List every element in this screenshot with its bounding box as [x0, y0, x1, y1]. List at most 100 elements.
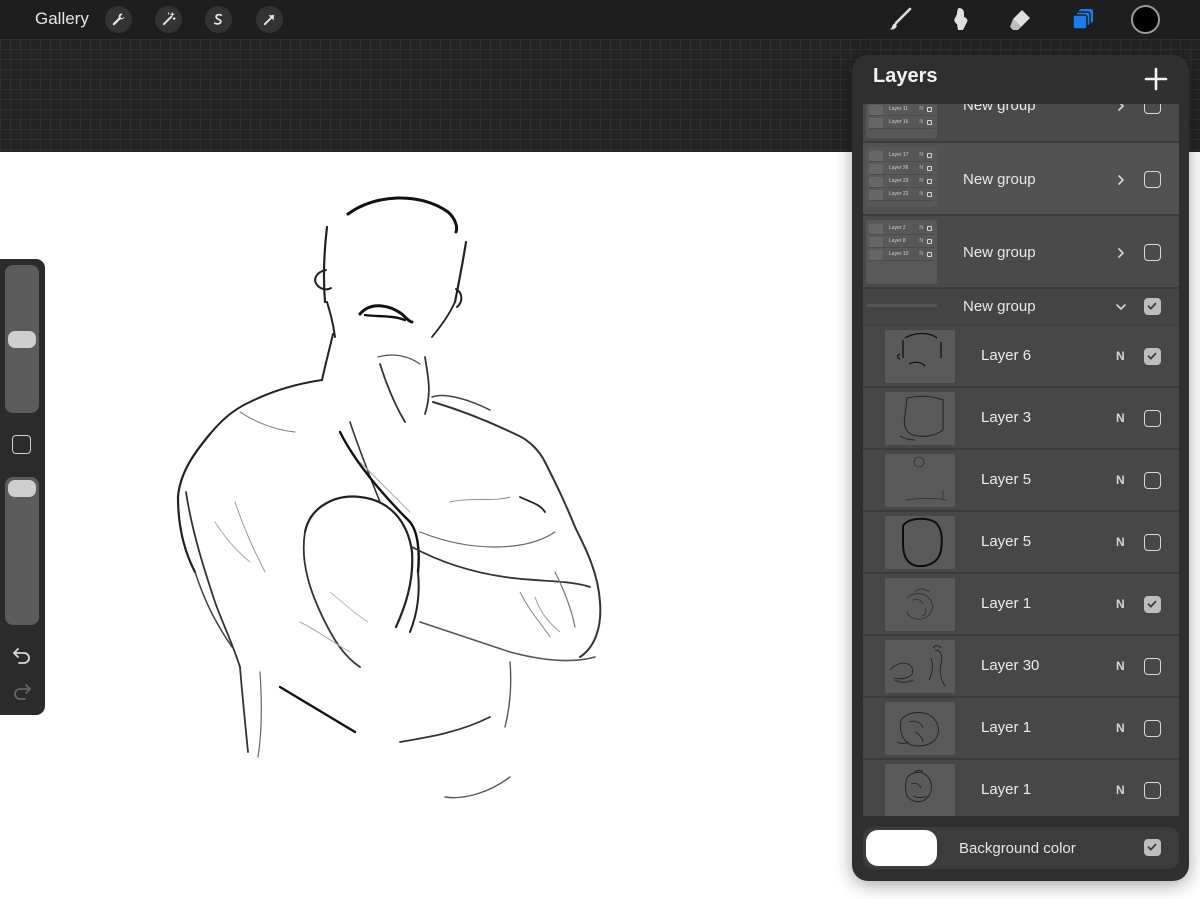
mini-layer-row: Layer 23 N	[869, 176, 934, 188]
visibility-checkbox[interactable]	[1144, 410, 1161, 427]
layer-row[interactable]: Layer 1 N	[863, 574, 1179, 635]
visibility-checkbox[interactable]	[1144, 348, 1161, 365]
smudge-icon[interactable]	[944, 3, 976, 35]
blend-mode-button[interactable]: N	[1116, 597, 1125, 611]
mini-layer-row: Layer 22 N	[869, 189, 934, 201]
layers-icon[interactable]	[1067, 3, 1099, 35]
wrench-icon[interactable]	[105, 6, 132, 33]
layer-thumbnail	[885, 454, 955, 507]
chevron-right-icon[interactable]	[1114, 173, 1128, 187]
layer-row[interactable]: Layer 6 N	[863, 326, 1179, 387]
mini-layer-row: Layer 8N	[869, 236, 934, 248]
visibility-checkbox[interactable]	[1144, 171, 1161, 188]
layer-name: Layer 5	[981, 471, 1032, 488]
group-name: New group	[963, 104, 1036, 114]
checkmark-icon	[1147, 600, 1157, 608]
mini-layer-row: Layer 26 N	[869, 163, 934, 175]
visibility-checkbox[interactable]	[1144, 839, 1161, 856]
selection-icon[interactable]	[205, 6, 232, 33]
blend-mode-button[interactable]: N	[1116, 783, 1125, 797]
layer-thumbnail	[885, 578, 955, 631]
undo-icon[interactable]	[10, 645, 34, 665]
chevron-right-icon[interactable]	[1114, 246, 1128, 260]
layer-name: Layer 1	[981, 719, 1032, 736]
group-name: New group	[963, 171, 1036, 188]
left-sidebar	[0, 259, 45, 715]
transform-arrow-icon[interactable]	[256, 6, 283, 33]
background-color-row[interactable]: Background color	[863, 827, 1179, 869]
chevron-right-icon[interactable]	[1114, 104, 1128, 113]
blend-mode-button[interactable]: N	[1116, 411, 1125, 425]
opacity-slider[interactable]	[5, 477, 39, 625]
layer-group-row[interactable]: New group	[863, 289, 1179, 326]
layer-name: Layer 6	[981, 347, 1032, 364]
gallery-button[interactable]: Gallery	[35, 9, 89, 29]
layer-thumbnail	[885, 702, 955, 755]
layer-thumbnail	[885, 764, 955, 816]
top-toolbar: Gallery	[0, 0, 1200, 39]
checkmark-icon	[1147, 843, 1157, 851]
background-color-swatch[interactable]	[866, 830, 937, 866]
visibility-checkbox[interactable]	[1144, 298, 1161, 315]
visibility-checkbox[interactable]	[1144, 720, 1161, 737]
group-collapsed-bar	[866, 304, 937, 307]
color-picker-swatch[interactable]	[1131, 5, 1160, 34]
figure-sketch	[176, 196, 602, 799]
visibility-checkbox[interactable]	[1144, 596, 1161, 613]
layer-thumbnail	[885, 330, 955, 383]
layer-thumbnail	[885, 392, 955, 445]
layer-row[interactable]: Layer 3 N	[863, 388, 1179, 449]
mini-layer-row: Layer 2N	[869, 223, 934, 235]
visibility-checkbox[interactable]	[1144, 782, 1161, 799]
blend-mode-button[interactable]: N	[1116, 659, 1125, 673]
layer-name: Layer 1	[981, 595, 1032, 612]
background-color-label: Background color	[959, 840, 1076, 857]
layer-thumbnail	[885, 640, 955, 693]
eraser-icon[interactable]	[1004, 3, 1036, 35]
chevron-down-icon[interactable]	[1114, 300, 1128, 314]
mini-layer-row: Layer 10 N	[869, 249, 934, 261]
mini-layer-row: Layer 11 N	[869, 104, 934, 116]
brush-icon[interactable]	[884, 3, 916, 35]
redo-icon[interactable]	[10, 681, 34, 701]
checkmark-icon	[1147, 352, 1157, 360]
blend-mode-button[interactable]: N	[1116, 349, 1125, 363]
visibility-checkbox[interactable]	[1144, 244, 1161, 261]
layer-name: Layer 5	[981, 533, 1032, 550]
layer-row[interactable]: Layer 30 N	[863, 636, 1179, 697]
layer-thumbnail	[885, 516, 955, 569]
magic-wand-icon[interactable]	[155, 6, 182, 33]
group-thumbnail: Layer 2N Layer 8N Layer 10 N	[866, 220, 937, 284]
group-name: New group	[963, 298, 1036, 315]
layer-group-row[interactable]: Layer 2N Layer 8N Layer 10 N New group	[863, 216, 1179, 288]
visibility-checkbox[interactable]	[1144, 534, 1161, 551]
group-thumbnail: Layer 17 N Layer 26 N Layer 23 N Layer 22 N	[866, 147, 937, 207]
brush-size-slider[interactable]	[5, 265, 39, 413]
blend-mode-button[interactable]: N	[1116, 473, 1125, 487]
layer-row[interactable]: Layer 1 N	[863, 698, 1179, 759]
blend-mode-button[interactable]: N	[1116, 721, 1125, 735]
layer-group-row[interactable]: Layer 17 N Layer 26 N Layer 23 N Layer 22 N …	[863, 143, 1179, 215]
brush-size-knob[interactable]	[8, 330, 36, 348]
group-name: New group	[963, 244, 1036, 261]
group-thumbnail: Layer 11 N Layer 16 N	[866, 104, 937, 138]
opacity-knob[interactable]	[8, 480, 36, 497]
visibility-checkbox[interactable]	[1144, 658, 1161, 675]
layer-row[interactable]: Layer 1 N	[863, 760, 1179, 816]
visibility-checkbox[interactable]	[1144, 472, 1161, 489]
blend-mode-button[interactable]: N	[1116, 535, 1125, 549]
layer-name: Layer 3	[981, 409, 1032, 426]
visibility-checkbox[interactable]	[1144, 104, 1161, 114]
layer-row[interactable]: Layer 5 N	[863, 512, 1179, 573]
layers-panel-title: Layers	[873, 65, 938, 87]
layers-panel: Layers Layer 11 N Layer 16 N New group Lay…	[852, 55, 1189, 881]
layer-group-row[interactable]: Layer 11 N Layer 16 N New group	[863, 104, 1179, 142]
layer-list[interactable]: Layer 11 N Layer 16 N New group Layer 17 N …	[863, 104, 1179, 816]
plus-icon[interactable]	[1142, 65, 1170, 93]
mini-layer-row: Layer 17 N	[869, 150, 934, 162]
mini-layer-row: Layer 16 N	[869, 117, 934, 129]
layer-name: Layer 1	[981, 781, 1032, 798]
layer-name: Layer 30	[981, 657, 1040, 674]
modify-square-icon[interactable]	[12, 435, 31, 454]
layer-row[interactable]: Layer 5 N	[863, 450, 1179, 511]
